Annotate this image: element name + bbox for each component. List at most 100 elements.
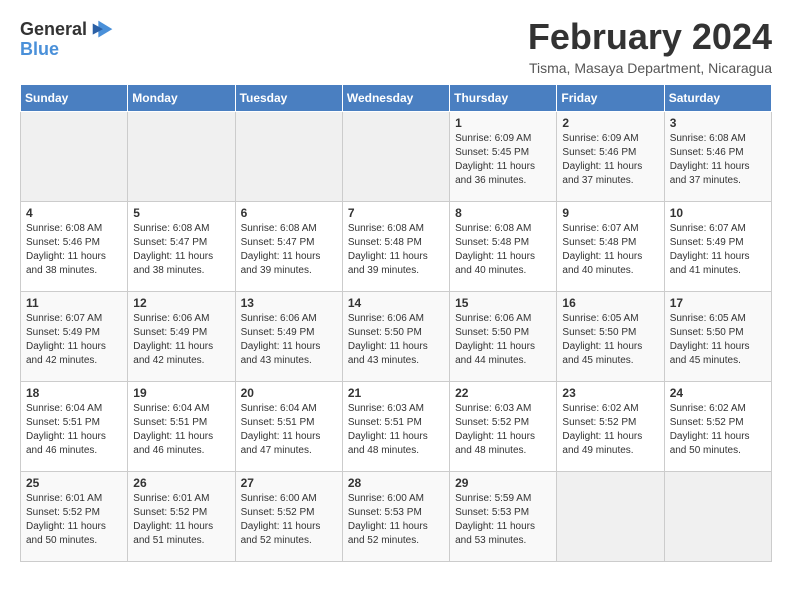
calendar-cell: 18 Sunrise: 6:04 AM Sunset: 5:51 PM Dayli… bbox=[21, 382, 128, 472]
day-info: Sunrise: 6:00 AM Sunset: 5:53 PM Dayligh… bbox=[348, 492, 444, 548]
calendar-cell: 6 Sunrise: 6:08 AM Sunset: 5:47 PM Daylig… bbox=[235, 202, 342, 292]
day-info: Sunrise: 6:07 AM Sunset: 5:48 PM Dayligh… bbox=[562, 222, 658, 278]
day-info: Sunrise: 6:04 AM Sunset: 5:51 PM Dayligh… bbox=[133, 402, 229, 458]
day-info: Sunrise: 6:06 AM Sunset: 5:50 PM Dayligh… bbox=[348, 312, 444, 368]
day-info: Sunrise: 6:09 AM Sunset: 5:46 PM Dayligh… bbox=[562, 132, 658, 188]
day-number: 28 bbox=[348, 476, 444, 490]
logo-text: General bbox=[20, 20, 87, 40]
weekday-monday: Monday bbox=[128, 85, 235, 112]
weekday-thursday: Thursday bbox=[450, 85, 557, 112]
calendar-cell: 23 Sunrise: 6:02 AM Sunset: 5:52 PM Dayli… bbox=[557, 382, 664, 472]
calendar-cell: 19 Sunrise: 6:04 AM Sunset: 5:51 PM Dayli… bbox=[128, 382, 235, 472]
day-number: 27 bbox=[241, 476, 337, 490]
day-number: 25 bbox=[26, 476, 122, 490]
day-number: 24 bbox=[670, 386, 766, 400]
calendar-cell: 14 Sunrise: 6:06 AM Sunset: 5:50 PM Dayli… bbox=[342, 292, 449, 382]
calendar-cell: 28 Sunrise: 6:00 AM Sunset: 5:53 PM Dayli… bbox=[342, 472, 449, 562]
calendar-cell: 7 Sunrise: 6:08 AM Sunset: 5:48 PM Daylig… bbox=[342, 202, 449, 292]
calendar-cell: 27 Sunrise: 6:00 AM Sunset: 5:52 PM Dayli… bbox=[235, 472, 342, 562]
calendar-cell: 29 Sunrise: 5:59 AM Sunset: 5:53 PM Dayli… bbox=[450, 472, 557, 562]
week-row-3: 18 Sunrise: 6:04 AM Sunset: 5:51 PM Dayli… bbox=[21, 382, 772, 472]
calendar-cell: 16Sunrise: 6:05 AM Sunset: 5:50 PM Dayli… bbox=[557, 292, 664, 382]
calendar-cell: 24 Sunrise: 6:02 AM Sunset: 5:52 PM Dayli… bbox=[664, 382, 771, 472]
day-info: Sunrise: 6:08 AM Sunset: 5:48 PM Dayligh… bbox=[348, 222, 444, 278]
calendar-cell: 17Sunrise: 6:05 AM Sunset: 5:50 PM Dayli… bbox=[664, 292, 771, 382]
calendar-cell: 8 Sunrise: 6:08 AM Sunset: 5:48 PM Daylig… bbox=[450, 202, 557, 292]
calendar-cell: 25 Sunrise: 6:01 AM Sunset: 5:52 PM Dayli… bbox=[21, 472, 128, 562]
day-info: Sunrise: 6:01 AM Sunset: 5:52 PM Dayligh… bbox=[133, 492, 229, 548]
calendar-cell: 2 Sunrise: 6:09 AM Sunset: 5:46 PM Daylig… bbox=[557, 112, 664, 202]
day-number: 5 bbox=[133, 206, 229, 220]
day-number: 18 bbox=[26, 386, 122, 400]
day-number: 13 bbox=[241, 296, 337, 310]
calendar-cell: 3Sunrise: 6:08 AM Sunset: 5:46 PM Daylig… bbox=[664, 112, 771, 202]
day-number: 26 bbox=[133, 476, 229, 490]
weekday-tuesday: Tuesday bbox=[235, 85, 342, 112]
calendar-cell bbox=[21, 112, 128, 202]
day-number: 8 bbox=[455, 206, 551, 220]
day-number: 6 bbox=[241, 206, 337, 220]
title-area: February 2024 Tisma, Masaya Department, … bbox=[528, 16, 772, 76]
day-info: Sunrise: 6:08 AM Sunset: 5:47 PM Dayligh… bbox=[241, 222, 337, 278]
day-info: Sunrise: 6:06 AM Sunset: 5:50 PM Dayligh… bbox=[455, 312, 551, 368]
day-info: Sunrise: 6:05 AM Sunset: 5:50 PM Dayligh… bbox=[670, 312, 766, 368]
calendar-cell: 26 Sunrise: 6:01 AM Sunset: 5:52 PM Dayli… bbox=[128, 472, 235, 562]
day-info: Sunrise: 6:01 AM Sunset: 5:52 PM Dayligh… bbox=[26, 492, 122, 548]
calendar-cell: 20Sunrise: 6:04 AM Sunset: 5:51 PM Dayli… bbox=[235, 382, 342, 472]
day-info: Sunrise: 6:08 AM Sunset: 5:47 PM Dayligh… bbox=[133, 222, 229, 278]
day-number: 21 bbox=[348, 386, 444, 400]
day-info: Sunrise: 6:03 AM Sunset: 5:51 PM Dayligh… bbox=[348, 402, 444, 458]
calendar-cell bbox=[557, 472, 664, 562]
day-info: Sunrise: 6:09 AM Sunset: 5:45 PM Dayligh… bbox=[455, 132, 551, 188]
calendar-cell: 4 Sunrise: 6:08 AM Sunset: 5:46 PM Daylig… bbox=[21, 202, 128, 292]
day-info: Sunrise: 6:07 AM Sunset: 5:49 PM Dayligh… bbox=[670, 222, 766, 278]
day-info: Sunrise: 6:00 AM Sunset: 5:52 PM Dayligh… bbox=[241, 492, 337, 548]
day-info: Sunrise: 6:08 AM Sunset: 5:46 PM Dayligh… bbox=[26, 222, 122, 278]
day-number: 23 bbox=[562, 386, 658, 400]
location-subtitle: Tisma, Masaya Department, Nicaragua bbox=[528, 60, 772, 76]
calendar-cell: 22Sunrise: 6:03 AM Sunset: 5:52 PM Dayli… bbox=[450, 382, 557, 472]
month-title: February 2024 bbox=[528, 16, 772, 58]
day-number: 29 bbox=[455, 476, 551, 490]
day-info: Sunrise: 6:08 AM Sunset: 5:46 PM Dayligh… bbox=[670, 132, 766, 188]
day-number: 12 bbox=[133, 296, 229, 310]
calendar-cell: 15Sunrise: 6:06 AM Sunset: 5:50 PM Dayli… bbox=[450, 292, 557, 382]
day-info: Sunrise: 6:07 AM Sunset: 5:49 PM Dayligh… bbox=[26, 312, 122, 368]
day-number: 9 bbox=[562, 206, 658, 220]
header: General Blue February 2024 Tisma, Masaya… bbox=[20, 16, 772, 76]
calendar-cell: 9 Sunrise: 6:07 AM Sunset: 5:48 PM Daylig… bbox=[557, 202, 664, 292]
weekday-friday: Friday bbox=[557, 85, 664, 112]
calendar-table: SundayMondayTuesdayWednesdayThursdayFrid… bbox=[20, 84, 772, 562]
day-info: Sunrise: 5:59 AM Sunset: 5:53 PM Dayligh… bbox=[455, 492, 551, 548]
calendar-body: 1 Sunrise: 6:09 AM Sunset: 5:45 PM Daylig… bbox=[21, 112, 772, 562]
calendar-cell bbox=[128, 112, 235, 202]
calendar-cell bbox=[342, 112, 449, 202]
week-row-0: 1 Sunrise: 6:09 AM Sunset: 5:45 PM Daylig… bbox=[21, 112, 772, 202]
day-number: 19 bbox=[133, 386, 229, 400]
weekday-header-row: SundayMondayTuesdayWednesdayThursdayFrid… bbox=[21, 85, 772, 112]
calendar-cell: 12 Sunrise: 6:06 AM Sunset: 5:49 PM Dayli… bbox=[128, 292, 235, 382]
calendar-cell: 10Sunrise: 6:07 AM Sunset: 5:49 PM Dayli… bbox=[664, 202, 771, 292]
day-info: Sunrise: 6:06 AM Sunset: 5:49 PM Dayligh… bbox=[133, 312, 229, 368]
day-number: 2 bbox=[562, 116, 658, 130]
calendar-cell bbox=[235, 112, 342, 202]
day-number: 1 bbox=[455, 116, 551, 130]
day-info: Sunrise: 6:05 AM Sunset: 5:50 PM Dayligh… bbox=[562, 312, 658, 368]
day-number: 7 bbox=[348, 206, 444, 220]
day-info: Sunrise: 6:04 AM Sunset: 5:51 PM Dayligh… bbox=[26, 402, 122, 458]
calendar-cell: 11Sunrise: 6:07 AM Sunset: 5:49 PM Dayli… bbox=[21, 292, 128, 382]
day-info: Sunrise: 6:04 AM Sunset: 5:51 PM Dayligh… bbox=[241, 402, 337, 458]
logo-icon bbox=[89, 16, 117, 44]
logo: General Blue bbox=[20, 16, 117, 60]
day-number: 14 bbox=[348, 296, 444, 310]
day-info: Sunrise: 6:06 AM Sunset: 5:49 PM Dayligh… bbox=[241, 312, 337, 368]
calendar-cell: 5 Sunrise: 6:08 AM Sunset: 5:47 PM Daylig… bbox=[128, 202, 235, 292]
calendar-cell: 21 Sunrise: 6:03 AM Sunset: 5:51 PM Dayli… bbox=[342, 382, 449, 472]
day-info: Sunrise: 6:02 AM Sunset: 5:52 PM Dayligh… bbox=[562, 402, 658, 458]
weekday-wednesday: Wednesday bbox=[342, 85, 449, 112]
week-row-2: 11Sunrise: 6:07 AM Sunset: 5:49 PM Dayli… bbox=[21, 292, 772, 382]
day-number: 4 bbox=[26, 206, 122, 220]
week-row-4: 25 Sunrise: 6:01 AM Sunset: 5:52 PM Dayli… bbox=[21, 472, 772, 562]
day-info: Sunrise: 6:02 AM Sunset: 5:52 PM Dayligh… bbox=[670, 402, 766, 458]
day-info: Sunrise: 6:08 AM Sunset: 5:48 PM Dayligh… bbox=[455, 222, 551, 278]
